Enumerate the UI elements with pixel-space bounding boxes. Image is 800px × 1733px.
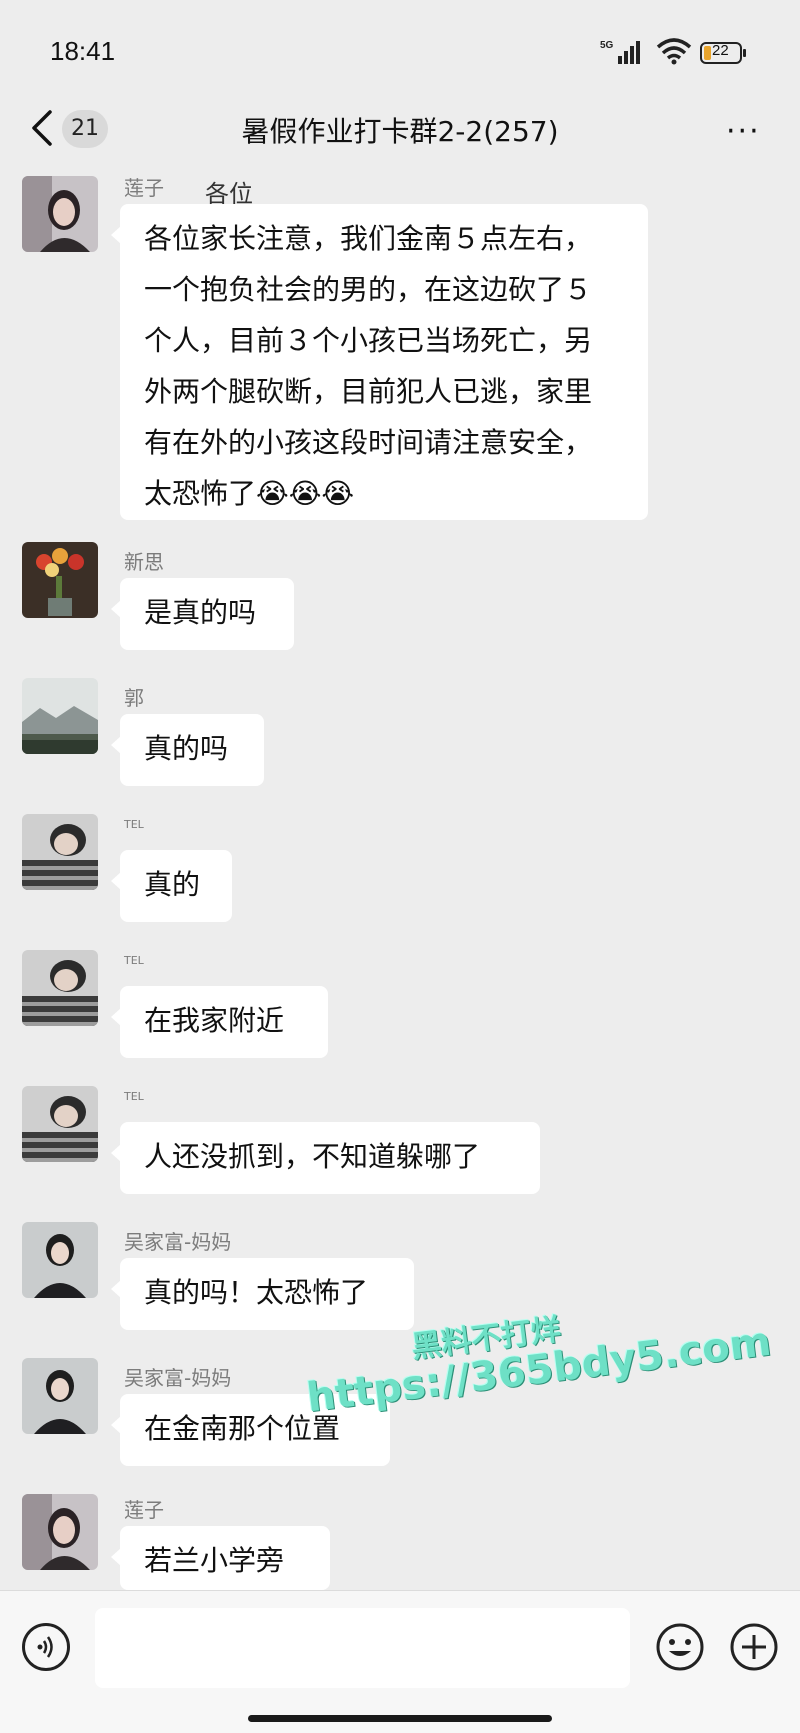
emoji-icon[interactable] — [654, 1621, 706, 1673]
message-bubble[interactable]: 是真的吗 — [111, 578, 294, 650]
battery-icon: 22 — [700, 42, 746, 64]
avatar[interactable] — [22, 950, 98, 1026]
avatar[interactable] — [22, 1494, 98, 1570]
message-bubble[interactable]: 真的 — [111, 850, 232, 922]
chat-title: 暑假作业打卡群2-2(257) — [241, 115, 559, 148]
home-indicator[interactable] — [248, 1715, 552, 1722]
status-time: 18:41 — [50, 36, 116, 66]
network-label: 5G — [600, 40, 614, 51]
avatar[interactable] — [22, 678, 98, 754]
sender-name: TEL — [124, 818, 144, 831]
message-bubble[interactable]: 各位家长注意，我们金南５点左右， 一个抱负社会的男的，在这边砍了５ 个人，目前３… — [111, 204, 648, 520]
avatar[interactable] — [22, 1086, 98, 1162]
sender-name: TEL — [124, 1090, 144, 1103]
sender-name: 莲子 — [124, 176, 164, 200]
avatar[interactable] — [22, 542, 98, 618]
voice-icon[interactable] — [22, 1623, 70, 1671]
battery-level: 22 — [712, 42, 729, 59]
message-bubble[interactable]: 若兰小学旁 — [111, 1526, 330, 1590]
sender-name: 吴家富-妈妈 — [124, 1366, 232, 1390]
sender-name: 郭 — [124, 686, 144, 710]
chat-header: 21 暑假作业打卡群2-2(257) ··· — [0, 90, 800, 170]
avatar[interactable] — [22, 176, 98, 252]
sender-name: 莲子 — [124, 1498, 164, 1522]
message-bubble[interactable]: 真的吗 — [111, 714, 264, 786]
avatar[interactable] — [22, 814, 98, 890]
message-bubble[interactable]: 在我家附近 — [111, 986, 328, 1058]
sender-name: TEL — [124, 954, 144, 967]
avatar[interactable] — [22, 1358, 98, 1434]
sender-name: 吴家富-妈妈 — [124, 1230, 232, 1254]
more-icon[interactable]: ··· — [726, 117, 761, 147]
message-bubble[interactable]: 人还没抓到，不知道躲哪了 — [111, 1122, 540, 1194]
avatar[interactable] — [22, 1222, 98, 1298]
message-bubble[interactable]: 真的吗！太恐怖了 — [111, 1258, 414, 1330]
input-bar — [0, 1590, 800, 1733]
signal-icon: 5G — [600, 40, 640, 64]
wifi-icon — [656, 38, 692, 65]
plus-icon[interactable] — [728, 1621, 780, 1673]
message-input[interactable] — [95, 1608, 630, 1688]
sender-name: 新思 — [124, 550, 164, 574]
